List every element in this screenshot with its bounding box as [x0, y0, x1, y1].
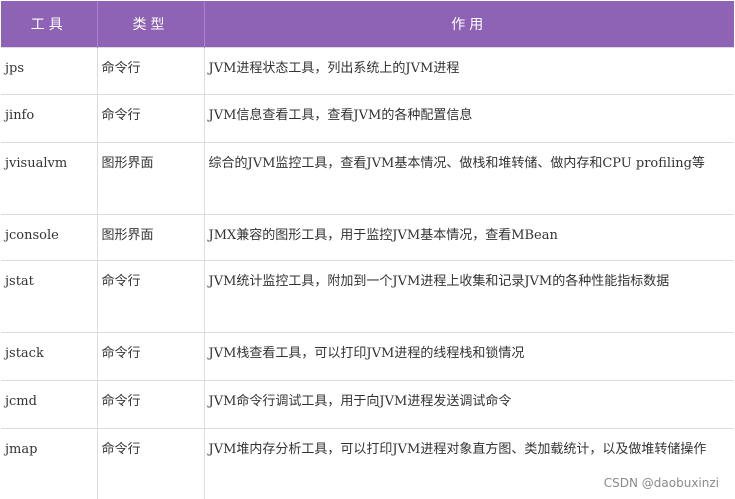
cell-type: 命令行 [96, 47, 204, 95]
cell-purpose: JVM进程状态工具，列出系统上的JVM进程 [203, 47, 734, 95]
cell-type: 命令行 [96, 260, 204, 333]
header-tool: 工具 [1, 1, 97, 48]
table-row: jvisualvm 图形界面 综合的JVM监控工具，查看JVM基本情况、做栈和堆… [1, 142, 734, 215]
header-row: 工具 类型 作用 [1, 1, 734, 48]
table-row: jps 命令行 JVM进程状态工具，列出系统上的JVM进程 [1, 47, 734, 95]
header-purpose: 作用 [203, 1, 734, 48]
header-type: 类型 [96, 1, 204, 48]
cell-purpose: JVM统计监控工具，附加到一个JVM进程上收集和记录JVM的各种性能指标数据 [203, 260, 734, 333]
cell-tool: jmap [1, 428, 97, 499]
table-row: jstat 命令行 JVM统计监控工具，附加到一个JVM进程上收集和记录JVM的… [1, 260, 734, 333]
cell-tool: jinfo [1, 94, 97, 143]
cell-purpose: JVM信息查看工具，查看JVM的各种配置信息 [203, 94, 734, 143]
cell-purpose: JVM命令行调试工具，用于向JVM进程发送调试命令 [203, 380, 734, 429]
cell-type: 图形界面 [96, 214, 204, 261]
cell-type: 命令行 [96, 332, 204, 381]
watermark: CSDN @daobuxinzi [603, 476, 719, 490]
cell-purpose: JVM栈查看工具，可以打印JVM进程的线程栈和锁情况 [203, 332, 734, 381]
tools-table: 工具 类型 作用 jps 命令行 JVM进程状态工具，列出系统上的JVM进程 j… [1, 1, 734, 499]
cell-type: 命令行 [96, 94, 204, 143]
cell-tool: jvisualvm [1, 142, 97, 215]
cell-tool: jstat [1, 260, 97, 333]
cell-tool: jps [1, 47, 97, 95]
cell-type: 命令行 [96, 428, 204, 499]
cell-purpose: JMX兼容的图形工具，用于监控JVM基本情况，查看MBean [203, 214, 734, 261]
cell-tool: jcmd [1, 380, 97, 429]
cell-type: 图形界面 [96, 142, 204, 215]
table-row: jcmd 命令行 JVM命令行调试工具，用于向JVM进程发送调试命令 [1, 380, 734, 429]
table-row: jstack 命令行 JVM栈查看工具，可以打印JVM进程的线程栈和锁情况 [1, 332, 734, 381]
cell-purpose: 综合的JVM监控工具，查看JVM基本情况、做栈和堆转储、做内存和CPU prof… [203, 142, 734, 215]
table-row: jconsole 图形界面 JMX兼容的图形工具，用于监控JVM基本情况，查看M… [1, 214, 734, 261]
cell-tool: jstack [1, 332, 97, 381]
cell-type: 命令行 [96, 380, 204, 429]
table-row: jinfo 命令行 JVM信息查看工具，查看JVM的各种配置信息 [1, 94, 734, 143]
cell-tool: jconsole [1, 214, 97, 261]
